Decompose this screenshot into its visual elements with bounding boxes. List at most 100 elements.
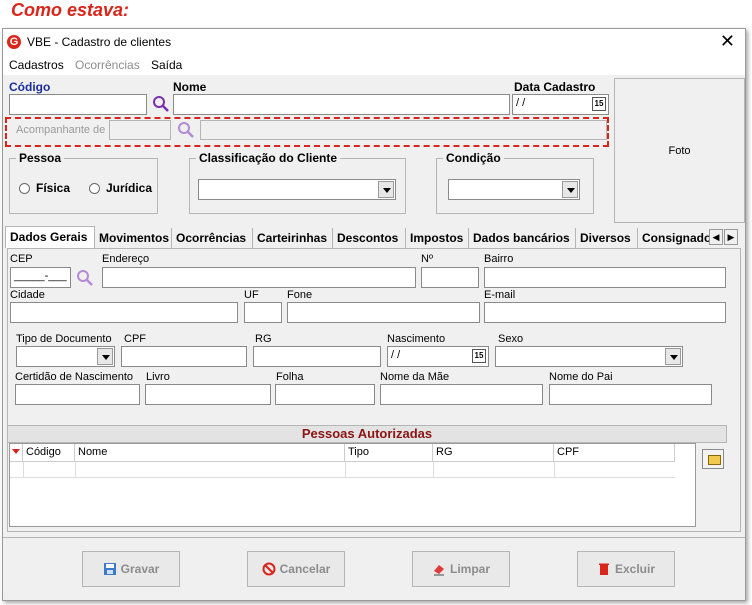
save-icon (103, 563, 116, 575)
col-nome[interactable]: Nome (75, 444, 345, 462)
uf-label: UF (244, 289, 259, 301)
nome-pai-label: Nome do Pai (549, 371, 613, 383)
nascimento-input[interactable]: / / 15 (387, 346, 489, 367)
data-cadastro-input[interactable]: / / 15 (512, 94, 609, 115)
juridica-label: Jurídica (106, 181, 153, 195)
close-icon[interactable]: ✕ (720, 31, 735, 51)
fone-label: Fone (287, 289, 313, 301)
juridica-radio[interactable] (89, 183, 100, 194)
endereco-input[interactable] (102, 267, 416, 288)
classificacao-title: Classificação do Cliente (196, 151, 341, 165)
tab-impostos[interactable]: Impostos (406, 228, 469, 248)
tab-dados-gerais[interactable]: Dados Gerais (5, 226, 95, 248)
data-cadastro-value: / / (516, 97, 526, 109)
email-input[interactable] (484, 302, 726, 323)
cep-input[interactable]: _____-___ (10, 267, 71, 288)
calendar-icon[interactable]: 15 (472, 349, 486, 363)
excluir-button[interactable]: Excluir (577, 551, 675, 587)
tab-scroll-left-icon[interactable]: ◀ (709, 229, 723, 245)
fone-input[interactable] (287, 302, 480, 323)
chevron-down-icon[interactable] (562, 181, 578, 198)
col-codigo[interactable]: Código (23, 444, 75, 462)
col-rg[interactable]: RG (433, 444, 554, 462)
sort-down-icon (12, 449, 20, 454)
limpar-button[interactable]: Limpar (412, 551, 510, 587)
rg-label: RG (255, 333, 272, 345)
cidade-input[interactable] (10, 302, 238, 323)
acompanhante-nome-input[interactable] (200, 120, 607, 140)
app-logo-icon: G (7, 35, 21, 49)
pessoas-autorizadas-title: Pessoas Autorizadas (7, 425, 727, 443)
condicao-group: Condição (436, 151, 594, 214)
codigo-label: Código (9, 80, 51, 94)
folha-label: Folha (276, 371, 304, 383)
tab-descontos[interactable]: Descontos (333, 228, 406, 248)
nome-input[interactable] (173, 94, 510, 115)
sexo-select[interactable] (495, 346, 683, 367)
rg-input[interactable] (253, 346, 381, 367)
pessoas-autorizadas-grid[interactable]: Código Nome Tipo RG CPF (9, 443, 696, 527)
photo-box[interactable]: Foto (614, 78, 745, 223)
tab-movimentos[interactable]: Movimentos (95, 228, 172, 248)
calendar-icon[interactable]: 15 (592, 97, 606, 111)
folha-input[interactable] (275, 384, 375, 405)
data-cadastro-label: Data Cadastro (514, 80, 596, 94)
condicao-select[interactable] (448, 179, 580, 200)
menu-ocorrencias[interactable]: Ocorrências (75, 58, 140, 72)
uf-input[interactable] (244, 302, 282, 323)
search-icon[interactable] (76, 269, 94, 287)
tab-diversos[interactable]: Diversos (576, 228, 638, 248)
trash-icon (598, 563, 609, 575)
chevron-down-icon[interactable] (97, 348, 113, 365)
nome-label: Nome (173, 80, 207, 94)
nome-mae-input[interactable] (380, 384, 543, 405)
col-tipo[interactable]: Tipo (345, 444, 433, 462)
cpf-input[interactable] (121, 346, 247, 367)
nascimento-label: Nascimento (387, 333, 446, 345)
nome-pai-input[interactable] (549, 384, 712, 405)
pessoa-group: Pessoa Física Jurídica (9, 151, 158, 214)
search-icon[interactable] (152, 95, 170, 113)
menu-cadastros[interactable]: Cadastros (9, 58, 64, 72)
grid-divider (554, 462, 555, 478)
classificacao-group: Classificação do Cliente (189, 151, 406, 214)
certidao-input[interactable] (15, 384, 140, 405)
livro-label: Livro (146, 371, 170, 383)
numero-input[interactable] (421, 267, 479, 288)
tab-dados-bancarios[interactable]: Dados bancários (469, 228, 576, 248)
tab-scroll-right-icon[interactable]: ▶ (724, 229, 738, 245)
client-registration-window: G VBE - Cadastro de clientes ✕ Cadastros… (2, 28, 746, 601)
certidao-label: Certidão de Nascimento (15, 371, 134, 383)
search-icon[interactable] (177, 121, 195, 139)
grid-divider (433, 462, 434, 478)
acompanhante-codigo-input[interactable] (109, 120, 171, 140)
col-cpf[interactable]: CPF (554, 444, 675, 462)
fisica-radio[interactable] (19, 183, 30, 194)
fisica-label: Física (36, 181, 71, 195)
gravar-button[interactable]: Gravar (82, 551, 180, 587)
tipo-documento-label: Tipo de Documento (16, 333, 112, 345)
tab-ocorrencias[interactable]: Ocorrências (172, 228, 253, 248)
cancelar-button[interactable]: Cancelar (247, 551, 345, 587)
livro-input[interactable] (145, 384, 271, 405)
cpf-label: CPF (124, 333, 146, 345)
menu-bar: Cadastros Ocorrências Saída (3, 55, 745, 75)
cep-label: CEP (10, 253, 33, 265)
bairro-input[interactable] (484, 267, 726, 288)
tab-carteirinhas[interactable]: Carteirinhas (253, 228, 333, 248)
grid-divider (345, 462, 346, 478)
tab-consignado[interactable]: Consignado (638, 228, 710, 248)
open-folder-icon[interactable] (702, 449, 724, 469)
chevron-down-icon[interactable] (665, 348, 681, 365)
gravar-label: Gravar (120, 562, 160, 576)
chevron-down-icon[interactable] (378, 181, 394, 198)
classificacao-select[interactable] (198, 179, 396, 200)
codigo-input[interactable] (9, 94, 147, 115)
numero-label: Nº (421, 253, 433, 265)
cidade-label: Cidade (10, 289, 45, 301)
limpar-label: Limpar (449, 562, 490, 576)
bairro-label: Bairro (484, 253, 514, 265)
table-row[interactable] (10, 462, 675, 478)
tipo-documento-select[interactable] (16, 346, 115, 367)
menu-saida[interactable]: Saída (151, 58, 182, 72)
